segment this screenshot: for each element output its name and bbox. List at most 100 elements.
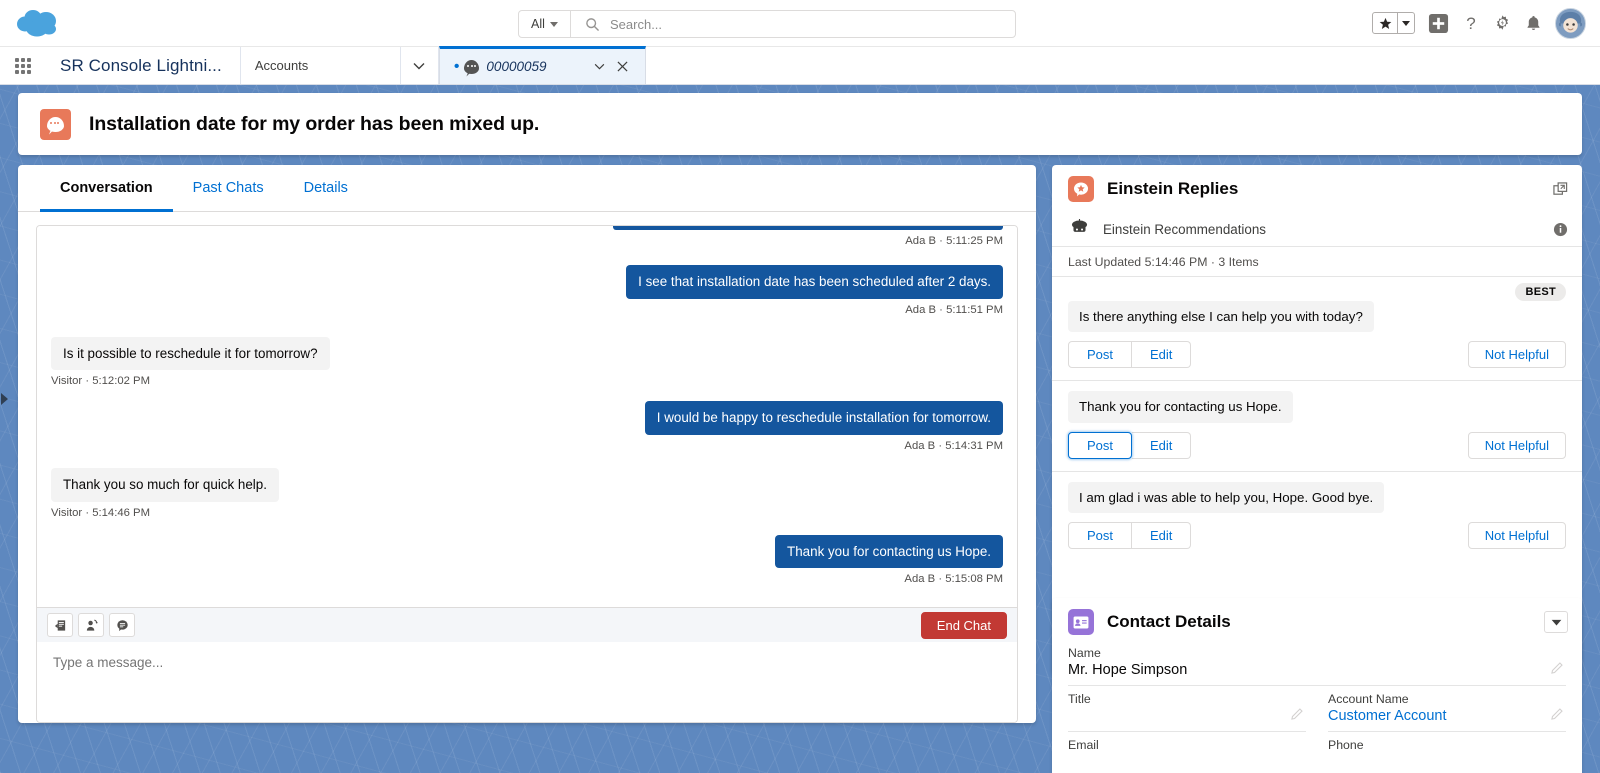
edit-button[interactable]: Edit [1132, 341, 1192, 369]
user-avatar[interactable] [1555, 7, 1586, 39]
einstein-panel-title: Einstein Replies [1107, 179, 1239, 198]
not-helpful-button[interactable]: Not Helpful [1467, 341, 1566, 369]
nav-tab-accounts[interactable]: Accounts [240, 47, 401, 84]
field-name-label: Name [1068, 646, 1101, 660]
help-button[interactable]: ? [1462, 13, 1480, 33]
app-launcher-waffle-icon[interactable] [0, 47, 46, 84]
einstein-section-header: Einstein Recommendations [1052, 213, 1582, 247]
svg-text:?: ? [1466, 14, 1475, 33]
transfer-chat-icon[interactable] [78, 613, 104, 637]
tab-details-label: Details [303, 180, 348, 196]
field-name-value: Mr. Hope Simpson [1068, 662, 1188, 678]
message-meta: Visitor · 5:12:02 PM [51, 375, 150, 388]
chat-area: Ada B · 5:11:25 PM I see that installati… [36, 225, 1018, 723]
field-title: Title [1068, 692, 1306, 732]
notifications-bell-button[interactable] [1525, 14, 1542, 33]
live-chat-icon [40, 108, 71, 140]
favorites-star-button[interactable] [1373, 13, 1397, 33]
console-app-name[interactable]: SR Console Lightni... [46, 47, 241, 84]
search-scope-label: All [531, 17, 545, 31]
einstein-icon [1070, 219, 1089, 240]
recommendation-text: I am glad i was able to help you, Hope. … [1068, 481, 1385, 513]
contact-details-title: Contact Details [1107, 612, 1231, 631]
field-email-label: Email [1068, 738, 1099, 752]
tab-close-icon[interactable] [615, 61, 631, 72]
composer-toolbar: End Chat [37, 607, 1017, 642]
tab-details[interactable]: Details [284, 165, 368, 211]
message-input[interactable] [37, 642, 1017, 722]
einstein-last-updated: Last Updated 5:14:46 PM · 3 Items [1052, 247, 1582, 277]
pop-out-icon[interactable] [1553, 181, 1568, 197]
console-app: All Search... ? SR Console Lightni... Ac… [0, 0, 1600, 773]
message-bubble: I would be happy to reschedule installat… [644, 401, 1003, 436]
info-icon[interactable] [1553, 222, 1568, 237]
recommendation-actions: Post Edit Not Helpful [1068, 521, 1566, 549]
page-title: Installation date for my order has been … [89, 112, 540, 135]
field-phone-label: Phone [1328, 738, 1364, 752]
global-actions-button[interactable] [1428, 13, 1449, 34]
edit-button[interactable]: Edit [1132, 431, 1192, 459]
conversation-card: Conversation Past Chats Details Ada B · … [18, 165, 1036, 723]
record-highlight-panel: Installation date for my order has been … [18, 93, 1582, 155]
chat-message: I see that installation date has been sc… [51, 265, 1003, 316]
nav-tab-label: Accounts [254, 58, 309, 73]
global-header-actions: ? [1372, 7, 1586, 39]
post-button[interactable]: Post [1068, 431, 1133, 459]
chat-icon [464, 59, 480, 74]
field-title-label: Title [1068, 692, 1091, 706]
tab-menu-chevron-down-icon[interactable] [592, 63, 608, 70]
salesforce-cloud-logo[interactable] [16, 8, 62, 40]
field-account-name: Account Name Customer Account [1328, 692, 1566, 732]
message-meta: Ada B · 5:15:08 PM [904, 573, 1003, 586]
global-header: All Search... ? [0, 0, 1600, 47]
einstein-replies-panel: Einstein Replies Einstein Recommendation… [1052, 165, 1582, 673]
message-meta: Ada B · 5:11:25 PM [905, 235, 1003, 247]
search-scope-dropdown[interactable]: All [519, 11, 571, 37]
message-meta: Ada B · 5:11:51 PM [905, 303, 1003, 316]
chat-message: Thank you so much for quick help. Visito… [51, 468, 1003, 519]
contact-details-panel: Contact Details Name Mr. Hope Simpson Ti… [1052, 598, 1582, 773]
tab-past-chats-label: Past Chats [192, 180, 264, 196]
search-icon [585, 17, 600, 32]
edit-pencil-icon[interactable] [1291, 707, 1304, 725]
recommendation-text: Thank you for contacting us Hope. [1068, 391, 1293, 423]
message-bubble: Thank you for contacting us Hope. [775, 534, 1003, 569]
quick-text-icon[interactable] [109, 613, 135, 637]
recommendation-text: Is there anything else I can help you wi… [1068, 301, 1374, 333]
chat-message: Is it possible to reschedule it for tomo… [51, 336, 1003, 388]
edit-button[interactable]: Edit [1132, 521, 1192, 549]
left-sidebar-expand-handle[interactable] [0, 390, 9, 408]
chat-transcript[interactable]: Ada B · 5:11:25 PM I see that installati… [37, 226, 1017, 607]
field-account-name-value[interactable]: Customer Account [1328, 708, 1566, 727]
not-helpful-button[interactable]: Not Helpful [1467, 431, 1566, 459]
chevron-down-icon [1402, 20, 1410, 26]
recommendation-item: I am glad i was able to help you, Hope. … [1052, 472, 1582, 561]
einstein-section-label: Einstein Recommendations [1103, 222, 1267, 237]
setup-gear-button[interactable] [1493, 14, 1512, 33]
end-chat-button[interactable]: End Chat [920, 611, 1007, 639]
global-search-bar[interactable]: All [518, 10, 1016, 38]
edit-pencil-icon[interactable] [1551, 661, 1564, 679]
console-tab-bar: SR Console Lightni... Accounts • 0000005… [0, 46, 1600, 85]
search-input[interactable] [600, 16, 1015, 32]
post-button[interactable]: Post [1068, 341, 1133, 369]
not-helpful-button[interactable]: Not Helpful [1467, 521, 1566, 549]
collapse-chevron-down-icon[interactable] [1544, 611, 1568, 633]
knowledge-article-icon[interactable] [47, 613, 73, 637]
chat-message: Thank you for contacting us Hope. Ada B … [51, 534, 1003, 586]
message-meta: Visitor · 5:14:46 PM [51, 506, 150, 519]
tab-conversation[interactable]: Conversation [40, 165, 173, 212]
best-badge: BEST [1515, 283, 1566, 301]
message-bubble: Thank you so much for quick help. [51, 468, 279, 502]
clipped-message-bubble [613, 226, 1003, 230]
nav-tabs-dropdown-button[interactable] [401, 47, 439, 84]
edit-pencil-icon[interactable] [1551, 707, 1564, 725]
recommendation-item: BEST Is there anything else I can help y… [1052, 277, 1582, 382]
workspace-tab-00000059[interactable]: • 00000059 [438, 46, 646, 84]
favorites-group [1372, 12, 1415, 34]
tab-past-chats[interactable]: Past Chats [173, 165, 284, 211]
contact-card-icon [1068, 609, 1094, 635]
favorites-dropdown-button[interactable] [1397, 13, 1414, 33]
post-button[interactable]: Post [1068, 521, 1133, 549]
recommendation-actions: Post Edit Not Helpful [1068, 341, 1566, 369]
